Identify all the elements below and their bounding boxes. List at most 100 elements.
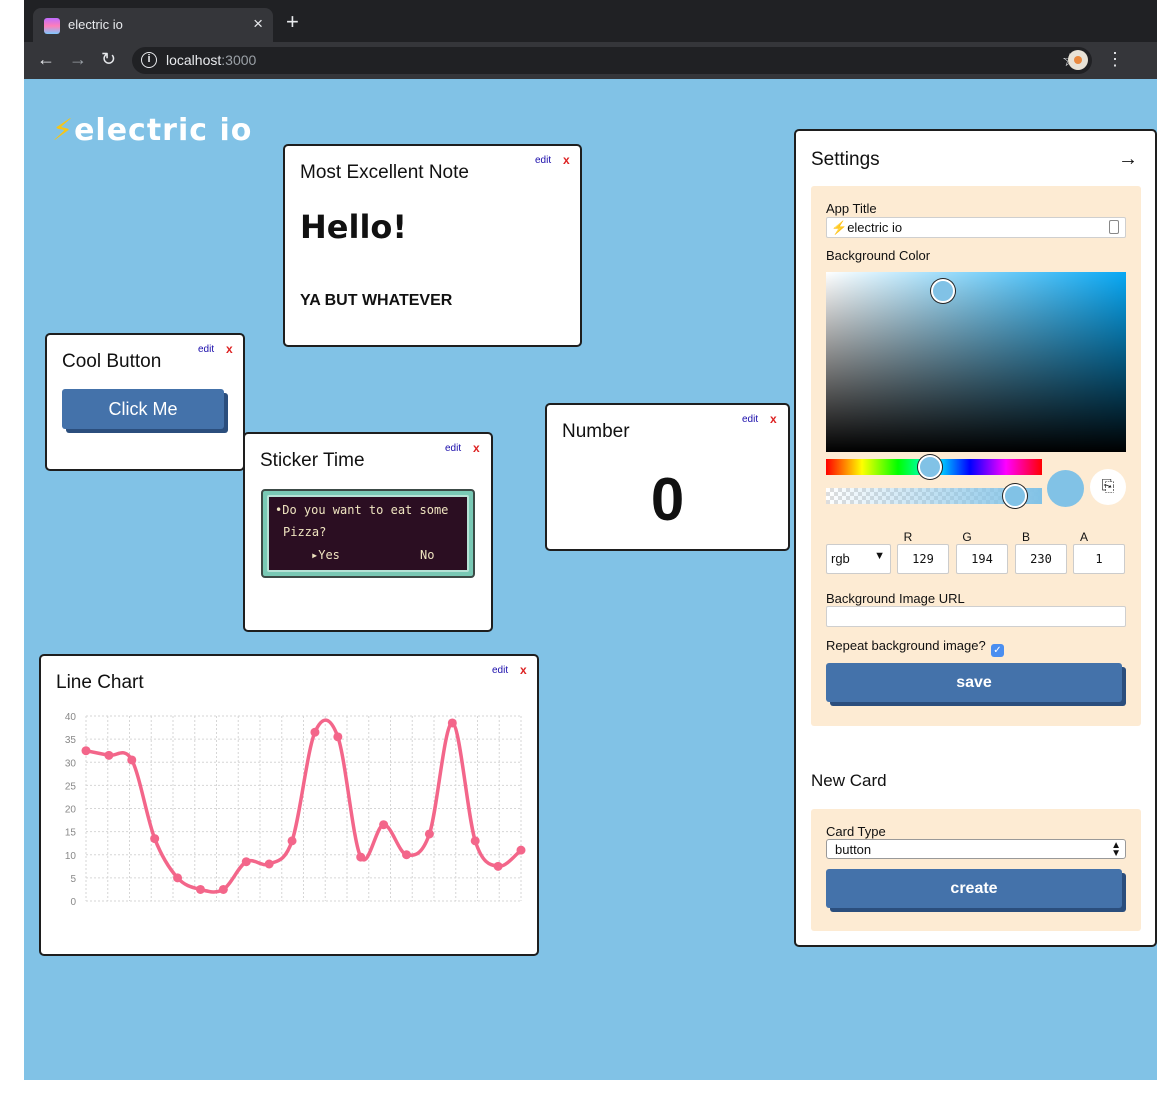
close-card-button[interactable]: x bbox=[226, 342, 233, 356]
card-title: Line Chart bbox=[56, 672, 144, 693]
data-point bbox=[447, 718, 457, 728]
autofill-icon[interactable] bbox=[1109, 220, 1119, 234]
y-tick-label: 5 bbox=[70, 874, 76, 885]
data-point bbox=[287, 836, 297, 846]
bg-image-label: Background Image URL bbox=[826, 591, 965, 606]
button-card[interactable]: Cool Button edit x Click Me bbox=[45, 333, 245, 471]
data-point bbox=[402, 850, 412, 860]
card-title: Number bbox=[562, 421, 630, 442]
line-chart-card[interactable]: Line Chart edit x 0 5 10 15 20 25 30 35 40 bbox=[39, 654, 539, 956]
edit-link[interactable]: edit bbox=[445, 443, 461, 454]
repeat-bg-label: Repeat background image? bbox=[826, 638, 986, 653]
lightning-icon: ⚡ bbox=[831, 220, 848, 235]
select-arrows-icon: ▲ ▼ bbox=[1111, 840, 1121, 859]
address-bar[interactable]: i localhost:3000 ☆ bbox=[132, 47, 1092, 74]
saturation-picker[interactable] bbox=[826, 272, 1126, 452]
save-button[interactable]: save bbox=[826, 663, 1122, 702]
note-body: YA BUT WHATEVER bbox=[300, 292, 453, 309]
settings-form: App Title ⚡electric io Background Color … bbox=[811, 186, 1141, 726]
sticker-question-cont: Pizza? bbox=[283, 525, 327, 539]
data-point bbox=[379, 820, 389, 830]
edit-link[interactable]: edit bbox=[742, 414, 758, 425]
site-info-icon[interactable]: i bbox=[141, 52, 157, 68]
browser-menu-icon[interactable]: ⋮ bbox=[1106, 49, 1124, 70]
app-title-label: App Title bbox=[826, 201, 877, 216]
card-title: Sticker Time bbox=[260, 450, 365, 471]
y-tick-label: 35 bbox=[65, 735, 77, 746]
app-title-input[interactable]: ⚡electric io bbox=[826, 217, 1126, 238]
create-button[interactable]: create bbox=[826, 869, 1122, 908]
new-card-form: Card Type button ▲ ▼ create bbox=[811, 809, 1141, 931]
line-chart: 0 5 10 15 20 25 30 35 40 bbox=[65, 712, 526, 908]
note-card[interactable]: Most Excellent Note edit x Hello! YA BUT… bbox=[283, 144, 582, 347]
repeat-bg-checkbox[interactable]: ✓ bbox=[991, 644, 1004, 657]
data-point bbox=[493, 861, 503, 871]
data-point bbox=[150, 834, 160, 844]
data-point bbox=[333, 732, 343, 742]
data-point bbox=[356, 852, 366, 862]
number-value: 0 bbox=[650, 466, 685, 533]
app-title-text: electric io bbox=[74, 113, 253, 148]
close-card-button[interactable]: x bbox=[520, 663, 527, 677]
note-heading: Hello! bbox=[300, 208, 407, 246]
card-type-select[interactable]: button ▲ ▼ bbox=[826, 839, 1126, 859]
sticker-card[interactable]: Sticker Time edit x •Do you want to eat … bbox=[243, 432, 493, 632]
g-input[interactable]: 194 bbox=[956, 544, 1008, 574]
color-swatch bbox=[1047, 470, 1084, 507]
app-title-input-value: electric io bbox=[847, 220, 903, 235]
data-point bbox=[264, 859, 274, 869]
favicon-icon bbox=[44, 18, 60, 34]
browser-toolbar: ← → ↻ i localhost:3000 ☆ bbox=[24, 42, 1157, 79]
y-tick-label: 25 bbox=[65, 781, 77, 792]
data-point bbox=[241, 857, 251, 867]
lightning-icon: ⚡ bbox=[52, 113, 75, 148]
address-url: localhost:3000 bbox=[166, 52, 256, 68]
hue-thumb[interactable] bbox=[918, 455, 942, 479]
close-card-button[interactable]: x bbox=[563, 153, 570, 167]
r-label: R bbox=[903, 530, 913, 544]
collapse-arrow-icon[interactable]: → bbox=[1118, 148, 1138, 171]
g-label: G bbox=[962, 530, 972, 544]
bg-image-input[interactable] bbox=[826, 606, 1126, 627]
data-point bbox=[516, 845, 526, 855]
card-title: Cool Button bbox=[62, 351, 162, 372]
color-mode-select[interactable]: rgb ▼ bbox=[826, 544, 891, 574]
a-input[interactable]: 1 bbox=[1073, 544, 1125, 574]
card-type-value: button bbox=[835, 842, 872, 857]
pizza-sticker: •Do you want to eat some Pizza? ▸Yes No bbox=[261, 489, 475, 578]
click-me-button[interactable]: Click Me bbox=[62, 389, 224, 429]
edit-link[interactable]: edit bbox=[198, 344, 214, 355]
new-tab-button[interactable]: + bbox=[286, 11, 299, 33]
chevron-down-icon: ▼ bbox=[874, 550, 885, 562]
close-card-button[interactable]: x bbox=[473, 441, 480, 455]
browser-tab[interactable]: electric io × bbox=[33, 8, 273, 42]
r-input[interactable]: 129 bbox=[897, 544, 949, 574]
number-card[interactable]: Number edit x 0 bbox=[545, 403, 790, 551]
a-label: A bbox=[1079, 530, 1088, 544]
y-tick-label: 30 bbox=[65, 758, 77, 769]
card-type-label: Card Type bbox=[826, 824, 886, 839]
copy-icon[interactable]: ⎘ bbox=[1090, 469, 1126, 505]
alpha-thumb[interactable] bbox=[1003, 484, 1027, 508]
b-input[interactable]: 230 bbox=[1015, 544, 1067, 574]
close-card-button[interactable]: x bbox=[770, 412, 777, 426]
profile-avatar[interactable] bbox=[1068, 50, 1088, 70]
forward-icon[interactable]: → bbox=[69, 49, 87, 70]
tab-title: electric io bbox=[68, 17, 123, 32]
saturation-thumb[interactable] bbox=[931, 279, 955, 303]
data-point bbox=[470, 836, 480, 846]
reload-icon[interactable]: ↻ bbox=[101, 49, 116, 70]
settings-title: Settings bbox=[811, 149, 880, 170]
y-tick-label: 0 bbox=[70, 897, 76, 908]
color-mode-value: rgb bbox=[831, 551, 850, 566]
data-point bbox=[127, 755, 137, 765]
back-icon[interactable]: ← bbox=[37, 49, 55, 70]
tab-strip: electric io × + bbox=[24, 0, 1157, 42]
y-tick-label: 10 bbox=[65, 851, 77, 862]
browser-chrome: electric io × + ← → ↻ i localhost:3000 ☆ bbox=[24, 0, 1157, 79]
edit-link[interactable]: edit bbox=[492, 665, 508, 676]
card-title: Most Excellent Note bbox=[300, 162, 469, 183]
tab-close-icon[interactable]: × bbox=[253, 14, 263, 34]
app-title: ⚡electric io bbox=[52, 113, 252, 148]
edit-link[interactable]: edit bbox=[535, 155, 551, 166]
